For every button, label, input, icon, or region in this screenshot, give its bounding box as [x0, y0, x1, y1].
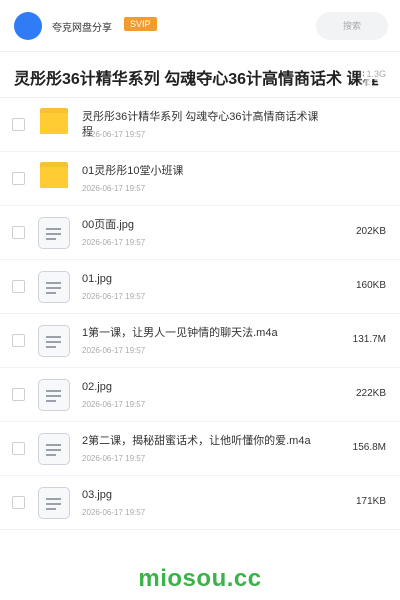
document-icon: [38, 270, 70, 303]
select-checkbox[interactable]: [12, 172, 25, 185]
select-checkbox[interactable]: [12, 442, 25, 455]
file-name[interactable]: 03.jpg: [82, 488, 342, 502]
watermark: miosou.cc: [138, 565, 262, 592]
file-row[interactable]: 00页面.jpg 2026-06-17 19:57 202KB: [0, 206, 400, 260]
file-date: 2026-06-17 19:57: [82, 454, 146, 463]
file-list: 灵彤彤36计精华系列 勾魂夺心36计高情商话术课程 2026-06-17 19:5…: [0, 98, 400, 530]
document-icon: [38, 378, 70, 411]
svip-badge: SVIP: [124, 17, 157, 31]
file-date: 2026-06-17 19:57: [82, 508, 146, 517]
file-row[interactable]: 灵彤彤36计精华系列 勾魂夺心36计高情商话术课程 2026-06-17 19:5…: [0, 98, 400, 152]
file-size: 131.7M: [352, 334, 386, 345]
select-checkbox[interactable]: [12, 226, 25, 239]
total-size: 1.3G: [364, 69, 386, 79]
document-icon: [38, 432, 70, 465]
file-row[interactable]: 01灵彤彤10堂小班课 2026-06-17 19:57: [0, 152, 400, 206]
document-icon: [38, 216, 70, 249]
file-date: 2026-06-17 19:57: [82, 292, 146, 301]
file-name[interactable]: 1第一课，让男人一见钟情的聊天法.m4a: [82, 326, 342, 340]
select-checkbox[interactable]: [12, 118, 25, 131]
file-name[interactable]: 02.jpg: [82, 380, 342, 394]
select-checkbox[interactable]: [12, 280, 25, 293]
file-date: 2026-06-17 19:57: [82, 184, 146, 193]
file-size: 171KB: [355, 496, 386, 507]
file-name[interactable]: 01.jpg: [82, 272, 342, 286]
file-name[interactable]: 2第二课，揭秘甜蜜话术，让他听懂你的爱.m4a: [82, 434, 342, 448]
sharer-name: 夸克网盘分享: [52, 23, 112, 34]
file-row[interactable]: 03.jpg 2026-06-17 19:57 171KB: [0, 476, 400, 530]
folder-icon: [39, 162, 69, 192]
file-name[interactable]: 00页面.jpg: [82, 218, 342, 232]
file-name[interactable]: 01灵彤彤10堂小班课: [82, 164, 342, 178]
file-date: 2026-06-17 19:57: [82, 400, 146, 409]
page-title: 灵彤彤36计精华系列 勾魂夺心36计高情商话术 课程: [14, 71, 379, 88]
file-row[interactable]: 2第二课，揭秘甜蜜话术，让他听懂你的爱.m4a 2026-06-17 19:57 1…: [0, 422, 400, 476]
document-icon: [38, 324, 70, 357]
file-date: 2026-06-17 19:57: [82, 238, 146, 247]
folder-icon: [39, 108, 69, 138]
file-row[interactable]: 02.jpg 2026-06-17 19:57 222KB: [0, 368, 400, 422]
file-size: 222KB: [355, 388, 386, 399]
document-icon: [38, 486, 70, 519]
share-title-bar: 灵彤彤36计精华系列 勾魂夺心36计高情商话术 课程 1.3G: [0, 52, 400, 98]
file-size: 156.8M: [352, 442, 386, 453]
file-date: 2026-06-17 19:57: [82, 346, 146, 355]
search-input[interactable]: 搜索: [316, 12, 388, 40]
avatar[interactable]: [14, 12, 42, 40]
select-checkbox[interactable]: [12, 388, 25, 401]
top-bar: 夸克网盘分享 SVIP 搜索: [0, 0, 400, 52]
select-checkbox[interactable]: [12, 496, 25, 509]
file-row[interactable]: 1第一课，让男人一见钟情的聊天法.m4a 2026-06-17 19:57 131.…: [0, 314, 400, 368]
file-size: 202KB: [355, 226, 386, 237]
file-row[interactable]: 01.jpg 2026-06-17 19:57 160KB: [0, 260, 400, 314]
select-checkbox[interactable]: [12, 334, 25, 347]
file-date: 2026-06-17 19:57: [82, 130, 146, 139]
file-size: 160KB: [355, 280, 386, 291]
